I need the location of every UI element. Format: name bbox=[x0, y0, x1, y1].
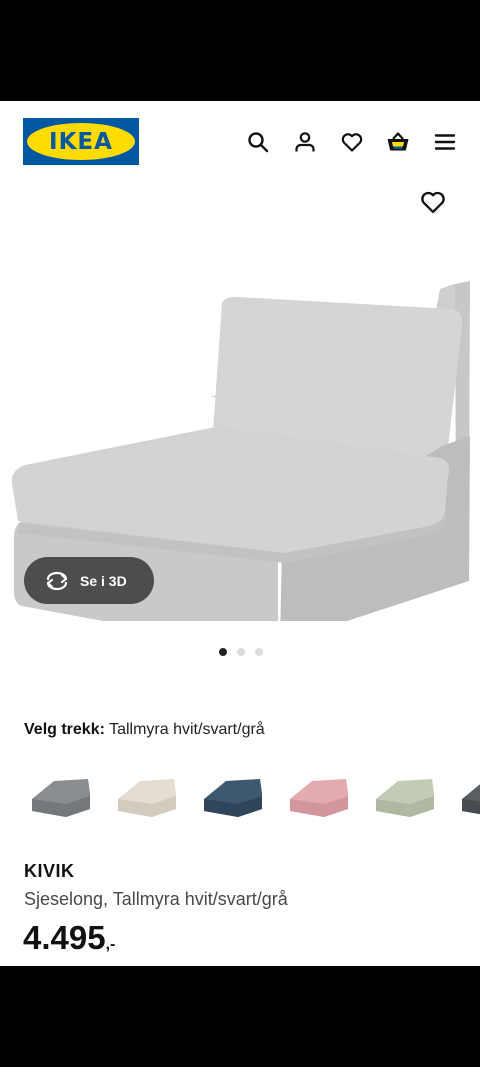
product-price: 4.495,- bbox=[23, 919, 115, 957]
variant-selector-label: Velg trekk: Tallmyra hvit/svart/grå bbox=[24, 721, 265, 739]
user-icon[interactable] bbox=[292, 129, 318, 155]
search-icon[interactable] bbox=[245, 129, 271, 155]
ikea-logo[interactable]: IKEA bbox=[23, 118, 139, 165]
view-3d-button[interactable]: Se i 3D bbox=[24, 557, 154, 604]
heart-icon[interactable] bbox=[339, 129, 365, 155]
menu-icon[interactable] bbox=[432, 129, 458, 155]
basket-icon[interactable] bbox=[385, 129, 411, 155]
carousel-dot[interactable] bbox=[255, 648, 263, 656]
carousel-dot[interactable] bbox=[219, 648, 227, 656]
save-favorite-icon[interactable] bbox=[419, 188, 447, 216]
header: IKEA bbox=[0, 101, 480, 181]
variant-swatches bbox=[26, 763, 480, 833]
product-description: Sjeselong, Tallmyra hvit/svart/grå bbox=[24, 889, 288, 909]
carousel-indicator bbox=[0, 648, 480, 656]
chaise-longue-image bbox=[11, 281, 470, 652]
logo-text: IKEA bbox=[49, 128, 113, 155]
carousel-dot[interactable] bbox=[237, 648, 245, 656]
swatch-grey[interactable] bbox=[26, 763, 96, 833]
view-3d-label: Se i 3D bbox=[80, 572, 127, 589]
price-value: 4.495 bbox=[23, 919, 106, 956]
logo-ellipse: IKEA bbox=[27, 123, 135, 160]
swatch-light-green[interactable] bbox=[370, 763, 440, 833]
variant-value: Tallmyra hvit/svart/grå bbox=[109, 721, 265, 738]
variant-label: Velg trekk: bbox=[24, 721, 105, 738]
product-name: KIVIK bbox=[24, 861, 75, 881]
swatch-blue[interactable] bbox=[198, 763, 268, 833]
status-bar-area bbox=[0, 0, 480, 101]
rotate-3d-icon bbox=[46, 571, 68, 590]
product-page: IKEA Se i 3D Velg trekk: Tallmyra hvit/s… bbox=[0, 101, 480, 966]
navigation-bar-area bbox=[0, 966, 480, 1067]
swatch-beige[interactable] bbox=[112, 763, 182, 833]
swatch-pink[interactable] bbox=[284, 763, 354, 833]
swatch-dark-grey[interactable] bbox=[456, 763, 480, 833]
product-image[interactable] bbox=[0, 181, 480, 652]
price-suffix: ,- bbox=[105, 936, 116, 953]
